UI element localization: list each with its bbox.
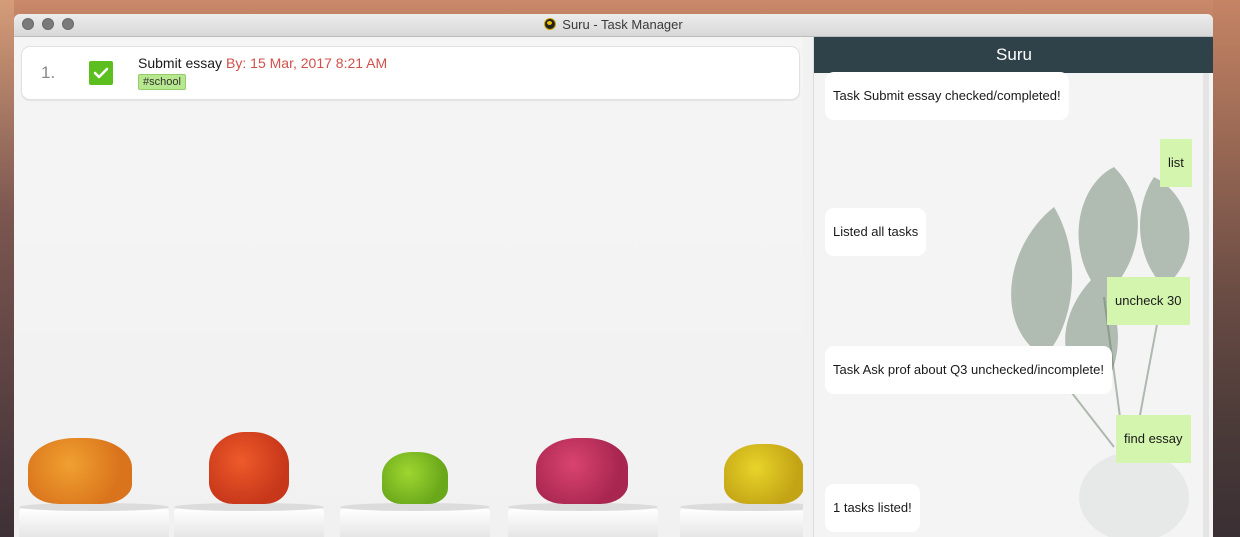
task-index: 1.: [41, 63, 56, 82]
task-card[interactable]: 1. Submit essay By: 15 Mar, 2017 8:21 AM …: [21, 46, 800, 100]
user-message: find essay: [1116, 415, 1191, 463]
chat-panel: Suru Task Submit essay checked/completed…: [813, 37, 1213, 537]
bot-message: 1 tasks listed!: [825, 484, 920, 532]
chat-scrollbar[interactable]: [1203, 73, 1209, 537]
window-title-container: Suru - Task Manager: [14, 17, 1213, 32]
app-window: Suru - Task Manager 1. Submit essay By: …: [14, 14, 1213, 537]
desktop-background-left: [0, 0, 14, 537]
user-message: uncheck 30: [1107, 277, 1190, 325]
task-due-date: By: 15 Mar, 2017 8:21 AM: [226, 55, 388, 71]
suru-app-icon: [544, 18, 557, 30]
task-title-line: Submit essay By: 15 Mar, 2017 8:21 AM: [138, 55, 387, 71]
user-message: list: [1160, 139, 1192, 187]
desktop-background-right: [1213, 0, 1240, 537]
checkmark-icon: [93, 67, 109, 79]
bot-message: Listed all tasks: [825, 208, 927, 256]
bot-message: Task Submit essay checked/completed!: [825, 72, 1069, 120]
title-bar[interactable]: Suru - Task Manager: [14, 14, 1213, 37]
task-tag[interactable]: #school: [138, 74, 186, 90]
task-title: Submit essay: [138, 55, 223, 71]
bot-message: Task Ask prof about Q3 unchecked/incompl…: [825, 346, 1112, 394]
chat-header: Suru: [814, 37, 1213, 73]
task-list-panel: 1. Submit essay By: 15 Mar, 2017 8:21 AM …: [14, 37, 803, 537]
task-checkbox[interactable]: [89, 61, 113, 85]
cactus-background-image: [14, 417, 803, 537]
plant-background-image: [1011, 167, 1190, 537]
window-title: Suru - Task Manager: [562, 17, 683, 32]
